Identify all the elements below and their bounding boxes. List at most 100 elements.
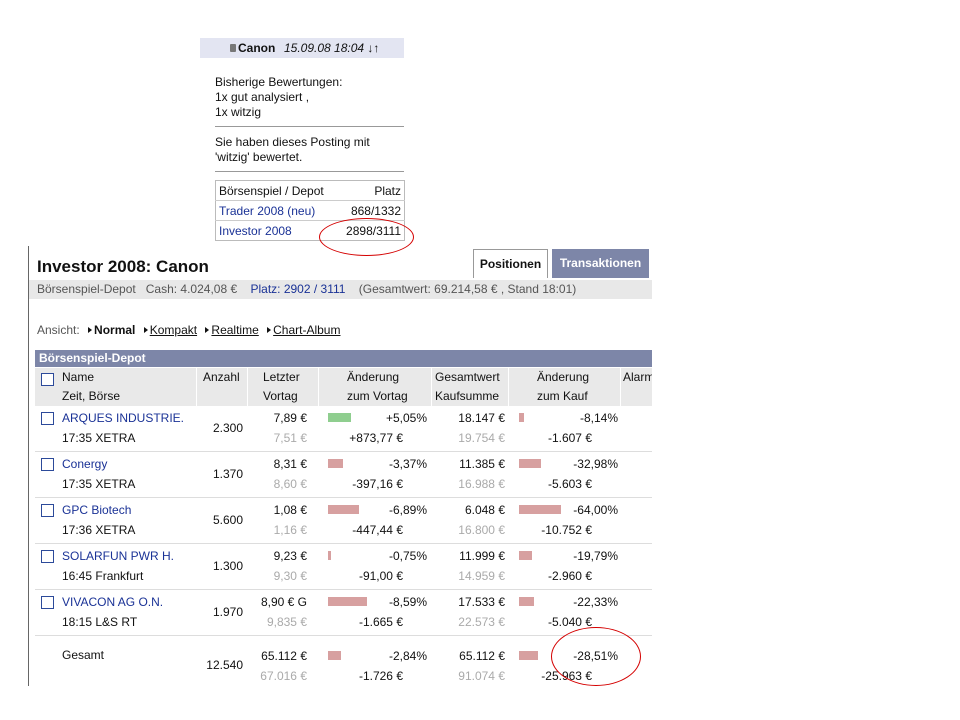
- view-label: Ansicht:: [37, 323, 80, 337]
- view-chart-album[interactable]: Chart-Album: [267, 323, 340, 337]
- depot-info-bar: Börsenspiel-Depot Cash: 4.024,08 € Platz…: [29, 280, 652, 299]
- gesamtwert: 18.147 €: [458, 411, 505, 425]
- divider: [215, 171, 404, 172]
- letzter-kurs: 65.112 €: [261, 649, 307, 663]
- change-day-abs: -397,16 €: [352, 477, 403, 491]
- stock-name-link[interactable]: Conergy: [62, 457, 107, 471]
- highlight-circle-rank: [319, 218, 414, 256]
- posting-box: Canon 15.09.08 18:04 ↓↑ Bisherige Bewert…: [200, 38, 405, 241]
- col-aenderung-vortag: Änderung zum Vortag: [347, 370, 408, 403]
- row-checkbox[interactable]: [41, 596, 54, 609]
- time-exchange: 17:36 XETRA: [62, 523, 136, 537]
- posting-datetime: 15.09.08 18:04 ↓↑: [284, 41, 380, 55]
- letzter-kurs: 9,23 €: [273, 549, 307, 563]
- stock-name-link[interactable]: GPC Biotech: [62, 503, 131, 517]
- ranking-game-link[interactable]: Trader 2008 (neu): [215, 200, 338, 221]
- change-day-abs: +873,77 €: [349, 431, 403, 445]
- stock-name-link[interactable]: VIVACON AG O.N.: [62, 595, 163, 609]
- time-exchange: 17:35 XETRA: [62, 431, 136, 445]
- col-name: Name Zeit, Börse: [62, 370, 121, 403]
- change-day-pct: -8,59%: [388, 595, 427, 609]
- rating-item: 1x witzig: [215, 105, 262, 119]
- change-day-pct: +5,05%: [385, 411, 427, 425]
- col-gesamtwert: Gesamtwert Kaufsumme: [435, 370, 500, 403]
- change-buy-bar: [519, 651, 538, 660]
- change-day-bar: [328, 551, 332, 560]
- total-value: (Gesamtwert: 69.214,58 € , Stand 18:01): [358, 282, 577, 296]
- time-exchange: 17:35 XETRA: [62, 477, 136, 491]
- rating-item: 1x gut analysiert ,: [215, 90, 310, 104]
- anzahl: 1.300: [212, 559, 243, 573]
- vortag-kurs: 9,835 €: [266, 615, 307, 629]
- row-checkbox[interactable]: [41, 550, 54, 563]
- tab-transaktionen[interactable]: Transaktionen: [552, 249, 649, 278]
- posting-header: Canon 15.09.08 18:04 ↓↑: [200, 38, 404, 58]
- lock-icon: [230, 44, 236, 52]
- col-letzter: Letzter Vortag: [263, 370, 300, 403]
- change-buy-abs: -10.752 €: [541, 523, 592, 537]
- triangle-right-icon: [205, 327, 210, 333]
- change-day-bar: [328, 651, 341, 660]
- tab-positionen[interactable]: Positionen: [473, 249, 548, 278]
- letzter-kurs: 7,89 €: [273, 411, 307, 425]
- anzahl: 1.370: [212, 467, 243, 481]
- table-row: Conergy 17:35 XETRA 1.370 8,31 € 8,60 € …: [35, 452, 652, 498]
- change-buy-bar: [519, 597, 534, 606]
- table-row: ARQUES INDUSTRIE. 17:35 XETRA 2.300 7,89…: [35, 406, 652, 452]
- change-buy-bar: [519, 505, 562, 514]
- change-buy-bar: [519, 459, 541, 468]
- vortag-kurs: 7,51 €: [273, 431, 307, 445]
- stock-name-link[interactable]: SOLARFUN PWR H.: [62, 549, 174, 563]
- view-normal[interactable]: Normal: [88, 323, 135, 337]
- section-header: Börsenspiel-Depot: [35, 350, 652, 367]
- col-anzahl: Anzahl: [203, 370, 240, 384]
- view-kompakt[interactable]: Kompakt: [143, 323, 197, 337]
- table-row: SOLARFUN PWR H. 16:45 Frankfurt 1.300 9,…: [35, 544, 652, 590]
- kaufsumme: 14.959 €: [458, 569, 505, 583]
- user-rating-note: Sie haben dieses Posting mit 'witzig' be…: [200, 135, 404, 165]
- change-day-abs: -447,44 €: [352, 523, 403, 537]
- divider: [215, 126, 404, 127]
- posting-author[interactable]: Canon: [238, 41, 280, 55]
- ranking-header-row: Börsenspiel / Depot Platz: [215, 180, 405, 201]
- gesamtwert: 65.112 €: [459, 649, 505, 663]
- page-title: Investor 2008: Canon: [37, 257, 209, 276]
- row-checkbox[interactable]: [41, 412, 54, 425]
- change-day-bar: [328, 505, 359, 514]
- ranking-col-rank: Platz: [337, 180, 405, 201]
- platz-link[interactable]: Platz: 2902 / 3111: [250, 282, 345, 296]
- change-buy-pct: -64,00%: [573, 503, 618, 517]
- change-buy-abs: -2.960 €: [547, 569, 592, 583]
- row-checkbox[interactable]: [41, 458, 54, 471]
- letzter-kurs: 1,08 €: [273, 503, 307, 517]
- change-buy-bar: [519, 551, 533, 560]
- ranking-col-game: Börsenspiel / Depot: [215, 180, 338, 201]
- select-all-checkbox[interactable]: [41, 373, 54, 386]
- user-rating-line: Sie haben dieses Posting mit: [215, 135, 370, 149]
- col-alarm: Alarm: [623, 370, 652, 384]
- triangle-right-icon: [267, 327, 272, 333]
- ratings-heading: Bisherige Bewertungen:: [215, 75, 343, 89]
- kaufsumme: 19.754 €: [458, 431, 505, 445]
- anzahl: 2.300: [212, 421, 243, 435]
- table-row: GPC Biotech 17:36 XETRA 5.600 1,08 € 1,1…: [35, 498, 652, 544]
- view-realtime[interactable]: Realtime: [205, 323, 259, 337]
- triangle-right-icon: [88, 327, 93, 333]
- change-buy-pct: -19,79%: [573, 549, 618, 563]
- vortag-kurs: 8,60 €: [273, 477, 307, 491]
- row-checkbox[interactable]: [41, 504, 54, 517]
- change-day-pct: -2,84%: [388, 649, 427, 663]
- change-buy-pct: -22,33%: [573, 595, 618, 609]
- change-day-bar: [328, 413, 351, 422]
- cash-value: Cash: 4.024,08 €: [145, 282, 238, 296]
- triangle-right-icon: [143, 327, 148, 333]
- gesamtwert: 6.048 €: [464, 503, 505, 517]
- change-buy-pct: -32,98%: [573, 457, 618, 471]
- table-row: VIVACON AG O.N. 18:15 L&S RT 1.970 8,90 …: [35, 590, 652, 636]
- change-buy-bar: [519, 413, 525, 422]
- change-day-abs: -1.665 €: [358, 615, 403, 629]
- stock-name-link[interactable]: ARQUES INDUSTRIE.: [62, 411, 184, 425]
- anzahl: 5.600: [212, 513, 243, 527]
- sort-arrows-icon[interactable]: ↓↑: [367, 41, 379, 55]
- change-day-pct: -6,89%: [388, 503, 427, 517]
